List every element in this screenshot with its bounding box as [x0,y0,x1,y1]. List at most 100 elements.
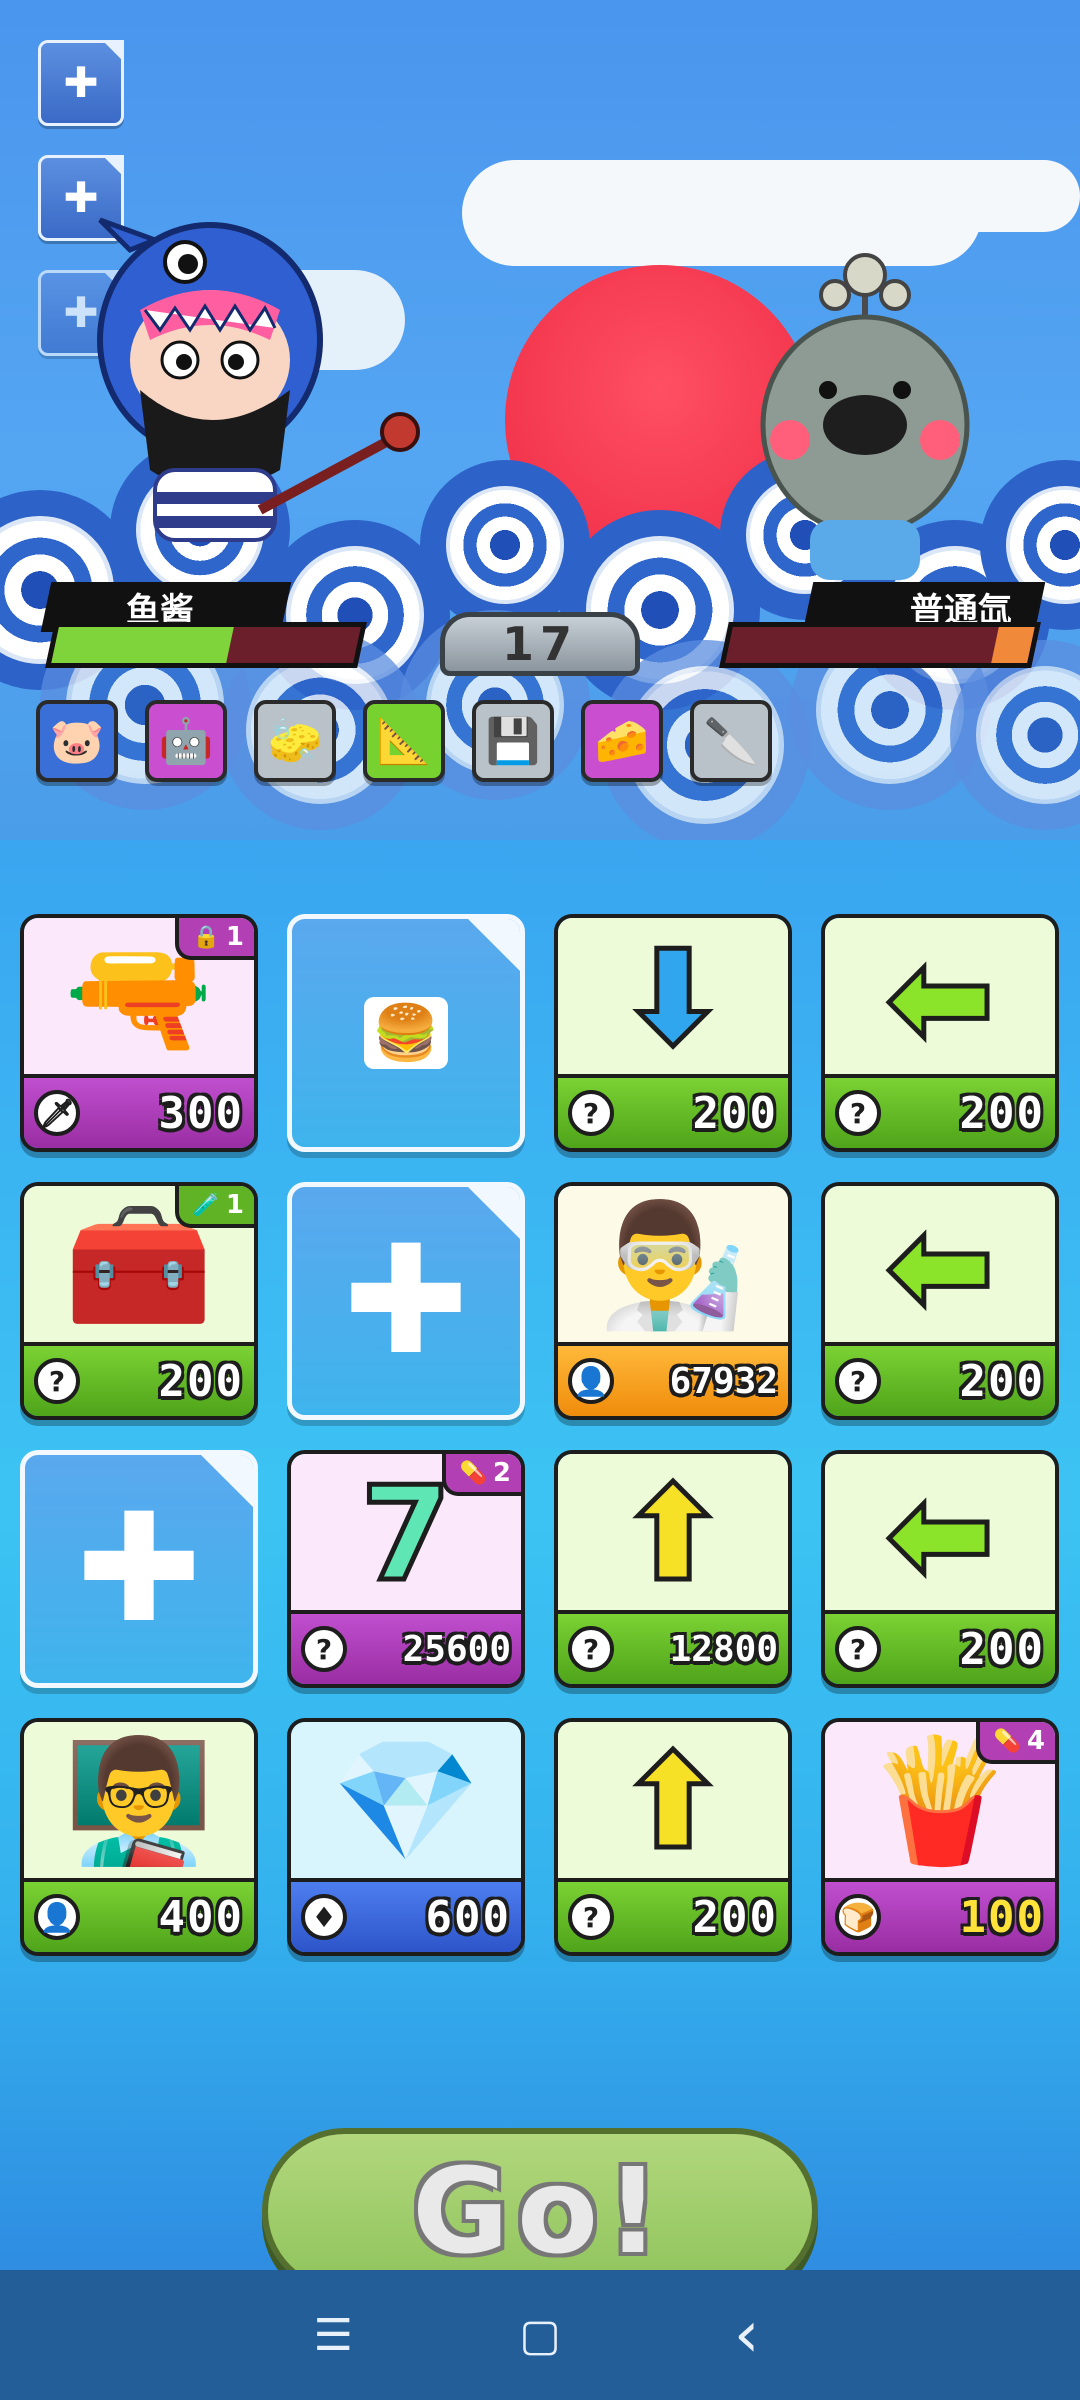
arrow-up-icon: ⬆ [616,1458,730,1610]
shop-item-card[interactable]: 👨‍🏫 👤 400 [20,1718,258,1956]
shop-item-card[interactable]: 7 💊 2? 25600 [287,1450,525,1688]
question-icon: ? [835,1090,881,1136]
shop-grid: 🔫 🔒 1 🗡 300 🍔 ⬇? 200 ⬅? 200 🧰 🧪 1? 200 ✚ 👨‍🔬 👤 67932 ⬅? 200… [20,914,1060,1956]
equipped-item-slot[interactable]: 🧀 [581,700,663,782]
equipped-item-slot[interactable]: 🤖 [145,700,227,782]
pill-icon: 💊 [459,1460,487,1486]
shop-item-card[interactable]: ⬆? 200 [554,1718,792,1956]
equipped-item-slot[interactable]: 🐷 [36,700,118,782]
empty-shop-slot[interactable]: 🍔 [287,914,525,1152]
potion-icon: 🧪 [192,1192,220,1218]
arrow-down-icon: ⬇ [616,922,730,1074]
shop-item-card[interactable]: ⬆? 12800 [554,1450,792,1688]
shop-item-art-area: 💎 [291,1722,521,1882]
corner-fold [102,40,124,62]
eraser-icon: 🧽 [267,716,323,767]
shop-item-card[interactable]: 🧰 🧪 1? 200 [20,1182,258,1420]
shop-item-price-bar: ? 200 [558,1074,788,1148]
shop-item-card[interactable]: 🍟 💊 4 🍞 100 [821,1718,1059,1956]
equipped-item-slot[interactable]: 📐 [363,700,445,782]
shop-item-card[interactable]: 👨‍🔬 👤 67932 [554,1182,792,1420]
turn-value: 17 [501,617,578,671]
shop-item-price-bar: ? 200 [825,1610,1055,1684]
badge-count: 4 [1026,1726,1045,1756]
enemy-character [760,253,970,580]
shop-item-badge: 🔒 1 [174,918,254,960]
go-button-label: Go! [412,2142,668,2280]
equipped-item-slot[interactable]: 🧽 [254,700,336,782]
shop-item-card[interactable]: ⬇? 200 [554,914,792,1152]
badge-count: 2 [492,1458,511,1488]
system-navigation-bar: ☰ ▢ ‹ [0,2270,1080,2400]
badge-count: 1 [225,922,244,952]
player-hp-fill [51,627,234,663]
shop-item-card[interactable]: ⬅? 200 [821,1182,1059,1420]
shop-item-art-area: ⬅ [825,1454,1055,1614]
shop-item-price-bar: 👤 400 [24,1878,254,1952]
circuit-board-icon: 💾 [485,716,541,767]
badge-count: 1 [225,1190,244,1220]
question-icon: ? [568,1894,614,1940]
shop-item-art-area: ⬇ [558,918,788,1078]
shop-item-price: 12800 [669,1628,778,1670]
battle-scene: ✚ ✚ ✚ 鱼酱 17 普通氙 🐷 🤖 🧽 📐 💾 🧀 🔪 [0,0,1080,840]
shop-item-price-bar: ? 25600 [291,1610,521,1684]
shop-item-price: 200 [959,1623,1045,1675]
turn-counter: 17 [440,612,640,676]
set-square-icon: 📐 [376,716,432,767]
sword-cost-icon: 🗡 [34,1090,80,1136]
equipped-item-slot[interactable]: 💾 [472,700,554,782]
gem-icon: 💎 [331,1732,481,1871]
empty-shop-slot[interactable]: ✚ [287,1182,525,1420]
number-seven-icon: 7 [358,1458,453,1610]
player-hp-bar [45,622,367,668]
mini-card-icon: 🍔 [364,997,448,1069]
question-icon: ? [301,1626,347,1672]
home-square-icon[interactable]: ▢ [500,2310,580,2361]
diamond-cost-icon: ♦ [301,1894,347,1940]
corner-fold [199,1455,253,1509]
enemy-hp-bar [719,622,1041,668]
shop-item-badge: 💊 2 [441,1454,521,1496]
shop-item-price-bar: 🗡 300 [24,1074,254,1148]
enemy-hp-fill [990,627,1035,663]
shop-item-price: 100 [959,1891,1045,1943]
shop-item-badge: 🧪 1 [174,1186,254,1228]
shop-item-price: 300 [158,1087,244,1139]
arrow-left-icon: ⬅ [883,922,997,1074]
shop-item-price-bar: ? 200 [825,1342,1055,1416]
shop-item-card[interactable]: 💎 ♦ 600 [287,1718,525,1956]
corner-fold [466,919,520,973]
shop-item-price: 200 [158,1355,244,1407]
shop-item-price: 600 [425,1891,511,1943]
question-icon: ? [568,1090,614,1136]
shop-item-badge: 💊 4 [975,1722,1055,1764]
shop-item-price: 200 [959,1355,1045,1407]
shop-item-price-bar: ? 200 [24,1342,254,1416]
shop-item-price: 67932 [669,1360,778,1402]
shop-item-card[interactable]: ⬅? 200 [821,914,1059,1152]
shop-item-card[interactable]: 🔫 🔒 1 🗡 300 [20,914,258,1152]
equipped-items-row: 🐷 🤖 🧽 📐 💾 🧀 🔪 [36,700,772,782]
shop-item-price-bar: 🍞 100 [825,1878,1055,1952]
bread-cost-icon: 🍞 [835,1894,881,1940]
arrow-up-icon: ⬆ [616,1726,730,1878]
arrow-left-icon: ⬅ [883,1458,997,1610]
menu-icon[interactable]: ☰ [293,2310,373,2361]
equipped-item-slot[interactable]: 🔪 [690,700,772,782]
back-chevron-icon[interactable]: ‹ [707,2298,787,2372]
plus-icon: ✚ [76,1482,202,1656]
side-add-button-1[interactable]: ✚ [38,40,124,126]
empty-shop-slot[interactable]: ✚ [20,1450,258,1688]
shop-item-price: 25600 [402,1628,511,1670]
lock-icon: 🔒 [192,924,220,950]
arrow-left-icon: ⬅ [883,1190,997,1342]
shop-item-art-area: ⬅ [825,918,1055,1078]
shop-item-price: 200 [692,1891,778,1943]
scientist-icon: 👨‍🔬 [598,1196,748,1335]
question-icon: ? [835,1358,881,1404]
plus-icon: ✚ [63,58,99,107]
shop-item-art-area: ⬅ [825,1186,1055,1346]
shop-item-card[interactable]: ⬅? 200 [821,1450,1059,1688]
corner-fold [102,155,124,177]
